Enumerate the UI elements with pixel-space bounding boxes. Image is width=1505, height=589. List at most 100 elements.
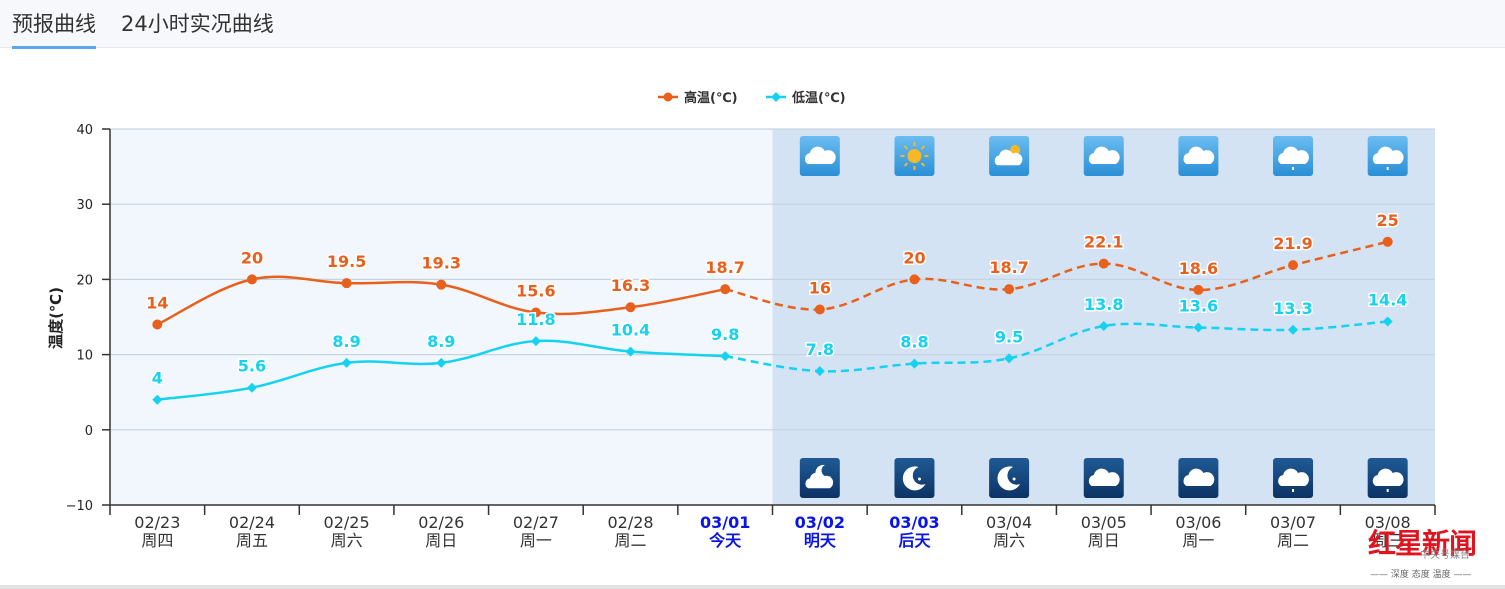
high-temp-point[interactable] xyxy=(341,278,352,289)
high-temp-point[interactable] xyxy=(1193,284,1204,295)
x-tick-label-date: 03/08 xyxy=(1365,513,1411,532)
legend-high-marker xyxy=(663,92,673,102)
bottom-divider xyxy=(0,585,1505,589)
low-temp-label: 9.5 xyxy=(995,327,1023,346)
high-temp-label: 19.5 xyxy=(327,252,366,271)
x-tick-label-date: 02/23 xyxy=(134,513,180,532)
high-temp-point[interactable] xyxy=(625,302,636,313)
x-tick-label-weekday: 周一 xyxy=(520,531,552,550)
y-tick-label: −10 xyxy=(66,499,93,514)
x-tick-label-weekday: 周四 xyxy=(141,531,173,550)
light-rain-icon xyxy=(1273,136,1314,176)
x-tick-label-weekday: 周五 xyxy=(236,531,268,550)
sunny-icon xyxy=(894,136,935,176)
high-temp-label: 18.7 xyxy=(989,258,1028,277)
high-temp-label: 18.7 xyxy=(705,258,744,277)
low-temp-label: 9.8 xyxy=(711,325,739,344)
partly-cloudy-day-icon xyxy=(989,136,1030,176)
x-tick-label-date: 03/03 xyxy=(889,513,939,532)
x-tick-label-date: 03/02 xyxy=(795,513,845,532)
legend-item-low[interactable]: 低温(℃) xyxy=(766,90,846,106)
x-tick-label-date: 03/06 xyxy=(1175,513,1221,532)
low-temp-label: 7.8 xyxy=(806,340,834,359)
cloudy-icon xyxy=(1178,458,1219,498)
x-tick-label-date: 03/04 xyxy=(986,513,1032,532)
x-tick-label-weekday: 周三 xyxy=(1372,531,1404,550)
x-tick-label-date: 02/28 xyxy=(607,513,653,532)
y-tick-label: 0 xyxy=(85,424,93,439)
high-temp-label: 16.3 xyxy=(611,276,650,295)
high-temp-point[interactable] xyxy=(909,274,920,285)
light-rain-icon xyxy=(1367,458,1408,498)
high-temp-label: 25 xyxy=(1377,211,1399,230)
low-temp-label: 14.4 xyxy=(1368,291,1407,310)
x-tick-label-date: 02/26 xyxy=(418,513,464,532)
high-temp-label: 19.3 xyxy=(422,254,461,273)
x-tick-label-date: 03/01 xyxy=(700,513,750,532)
y-tick-label: 30 xyxy=(76,198,93,213)
high-temp-label: 15.6 xyxy=(516,281,555,300)
history-region xyxy=(110,129,773,505)
high-temp-point[interactable] xyxy=(720,284,731,295)
temperature-chart: −1001020304002/23周四02/24周五02/25周六02/26周日… xyxy=(47,90,1436,550)
x-tick-label-date: 02/27 xyxy=(513,513,559,532)
clear-night-icon xyxy=(894,458,935,498)
high-temp-label: 21.9 xyxy=(1273,234,1312,253)
cloudy-icon xyxy=(799,136,840,176)
chart-legend: 高温(℃) 低温(℃) xyxy=(658,90,846,106)
light-rain-icon xyxy=(1273,458,1314,498)
light-rain-icon xyxy=(1367,136,1408,176)
high-temp-point[interactable] xyxy=(1382,236,1393,247)
x-tick-label-weekday: 周日 xyxy=(425,531,457,550)
x-tick-label-weekday: 明天 xyxy=(804,531,837,550)
x-tick-label-weekday: 周二 xyxy=(615,531,647,550)
y-tick-label: 40 xyxy=(76,123,93,138)
x-tick-label-weekday: 周二 xyxy=(1277,531,1309,550)
x-tick-label-date: 03/07 xyxy=(1270,513,1316,532)
low-temp-label: 5.6 xyxy=(238,357,266,376)
x-tick-label-weekday: 今天 xyxy=(708,531,742,550)
y-tick-label: 20 xyxy=(76,273,93,288)
cloudy-icon xyxy=(1178,136,1219,176)
high-temp-point[interactable] xyxy=(436,279,447,290)
low-temp-label: 13.3 xyxy=(1273,299,1312,318)
forecast-region xyxy=(772,129,1435,505)
high-temp-point[interactable] xyxy=(152,319,163,330)
y-tick-label: 10 xyxy=(76,349,93,364)
x-tick-label-weekday: 周六 xyxy=(993,531,1025,550)
y-axis-label: 温度(℃) xyxy=(47,287,65,349)
x-tick-label-weekday: 后天 xyxy=(898,531,931,550)
low-temp-label: 4 xyxy=(152,369,163,388)
low-temp-label: 8.9 xyxy=(427,332,455,351)
high-temp-point[interactable] xyxy=(1288,260,1299,271)
high-temp-point[interactable] xyxy=(1004,284,1015,295)
high-temp-label: 14 xyxy=(146,294,168,313)
high-temp-label: 20 xyxy=(241,248,263,267)
x-tick-label-date: 02/25 xyxy=(324,513,370,532)
cloudy-icon xyxy=(1083,458,1124,498)
low-temp-label: 10.4 xyxy=(611,321,650,340)
high-temp-point[interactable] xyxy=(814,304,825,315)
legend-low-marker xyxy=(771,92,781,102)
clear-night-icon xyxy=(989,458,1030,498)
high-temp-label: 22.1 xyxy=(1084,233,1123,252)
low-temp-label: 13.8 xyxy=(1084,295,1123,314)
cloudy-icon xyxy=(1083,136,1124,176)
low-temp-label: 8.9 xyxy=(332,332,360,351)
high-temp-point[interactable] xyxy=(246,274,257,285)
low-temp-label: 13.6 xyxy=(1179,297,1218,316)
legend-low-label: 低温(℃) xyxy=(791,90,846,106)
x-tick-label-date: 02/24 xyxy=(229,513,275,532)
x-tick-label-weekday: 周六 xyxy=(331,531,363,550)
legend-high-label: 高温(℃) xyxy=(684,90,738,106)
low-temp-label: 11.8 xyxy=(516,310,555,329)
x-tick-label-weekday: 周日 xyxy=(1088,531,1120,550)
x-tick-label-date: 03/05 xyxy=(1081,513,1127,532)
x-tick-label-weekday: 周一 xyxy=(1182,531,1214,550)
low-temp-label: 8.8 xyxy=(900,333,928,352)
high-temp-label: 16 xyxy=(809,278,831,297)
legend-item-high[interactable]: 高温(℃) xyxy=(658,90,738,106)
partly-cloudy-night-icon xyxy=(799,458,840,498)
high-temp-point[interactable] xyxy=(1098,258,1109,269)
high-temp-label: 18.6 xyxy=(1179,259,1218,278)
